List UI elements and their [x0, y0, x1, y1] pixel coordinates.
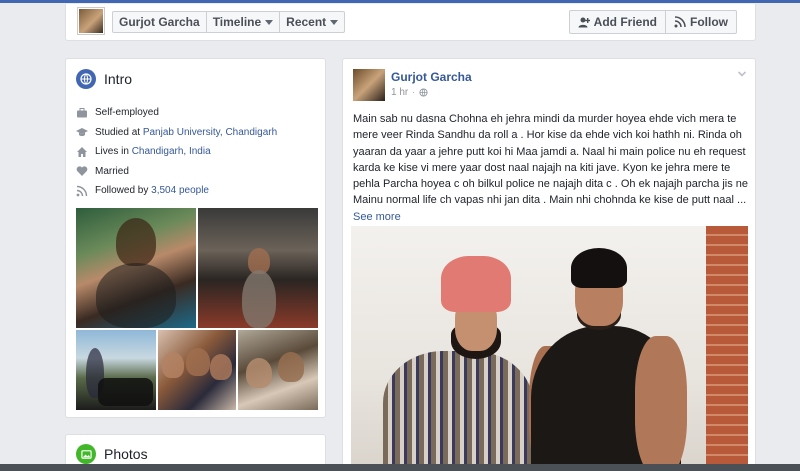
- post-card: Gurjot Garcha 1 hr · Main sab nu dasna C…: [342, 58, 756, 471]
- intro-card: Intro Self-employed Studied at Panjab Un…: [65, 58, 326, 418]
- intro-item-work: Self-employed: [76, 103, 321, 123]
- intro-item-education: Studied at Panjab University, Chandigarh: [76, 123, 321, 143]
- tab-timeline[interactable]: Timeline: [207, 12, 281, 32]
- post-body: Main sab nu dasna Chohna eh jehra mindi …: [353, 111, 753, 225]
- photos-header[interactable]: Photos: [76, 444, 148, 464]
- graduation-cap-icon: [76, 126, 88, 138]
- photos-icon: [76, 444, 96, 464]
- briefcase-icon: [76, 107, 88, 119]
- brick-wall: [706, 226, 748, 471]
- intro-item-text: Followed by: [95, 185, 152, 197]
- photo-thumbnail[interactable]: [158, 330, 236, 410]
- add-friend-icon: [578, 17, 590, 28]
- photo-person-left-turban: [441, 256, 511, 312]
- post-photo[interactable]: [351, 226, 748, 471]
- photo-person-left-shirt: [383, 351, 533, 471]
- header-avatar[interactable]: [78, 8, 104, 34]
- photo-thumbnail[interactable]: [76, 330, 156, 410]
- photos-title: Photos: [104, 446, 148, 462]
- intro-list: Self-employed Studied at Panjab Universi…: [76, 103, 321, 201]
- post-text: Main sab nu dasna Chohna eh jehra mindi …: [353, 113, 749, 207]
- header-tabs: Gurjot Garcha Timeline Recent: [112, 11, 346, 33]
- followers-link[interactable]: 3,504 people: [151, 185, 209, 196]
- photo-person-right-hair: [571, 248, 627, 288]
- chevron-down-icon: [330, 19, 339, 25]
- tab-recent-label: Recent: [286, 15, 327, 29]
- follow-button[interactable]: Follow: [666, 10, 737, 34]
- chevron-down-icon: [265, 19, 274, 25]
- post-timestamp[interactable]: 1 hr: [391, 87, 408, 98]
- intro-item-text: Married: [95, 165, 129, 177]
- location-link[interactable]: Chandigarh, India: [132, 146, 211, 157]
- followers-icon: [76, 185, 88, 197]
- intro-item-location: Lives in Chandigarh, India: [76, 142, 321, 162]
- bottom-window-bar: [0, 464, 800, 471]
- photo-person-right-arm: [635, 336, 687, 471]
- follow-label: Follow: [690, 15, 728, 29]
- profile-header-bar: Gurjot Garcha Timeline Recent Add Friend…: [65, 4, 756, 41]
- top-accent-line: [0, 0, 800, 3]
- house-icon: [76, 146, 88, 158]
- intro-item-followers: Followed by 3,504 people: [76, 181, 321, 201]
- add-friend-label: Add Friend: [593, 15, 657, 29]
- rss-follow-icon: [674, 16, 686, 28]
- tab-recent[interactable]: Recent: [280, 12, 344, 32]
- meta-separator: ·: [412, 88, 415, 97]
- intro-title: Intro: [104, 71, 133, 87]
- intro-item-text: Lives in: [95, 146, 132, 158]
- header-actions: Add Friend Follow: [568, 10, 737, 34]
- heart-icon: [76, 165, 88, 177]
- globe-icon: [76, 69, 96, 89]
- add-friend-button[interactable]: Add Friend: [568, 10, 666, 34]
- post-meta: 1 hr ·: [391, 87, 428, 98]
- photo-thumbnail[interactable]: [238, 330, 318, 410]
- intro-item-text: Self-employed: [95, 107, 159, 119]
- tab-timeline-label: Timeline: [212, 15, 262, 29]
- privacy-icon: [419, 88, 428, 97]
- header-profile-name[interactable]: Gurjot Garcha: [113, 12, 207, 32]
- post-author-avatar[interactable]: [353, 69, 385, 101]
- intro-item-text: Studied at: [95, 126, 143, 138]
- intro-item-relationship: Married: [76, 162, 321, 182]
- chevron-down-icon[interactable]: [737, 69, 747, 79]
- photo-thumbnail[interactable]: [76, 208, 196, 328]
- post-author-name[interactable]: Gurjot Garcha: [391, 70, 472, 84]
- education-link[interactable]: Panjab University, Chandigarh: [143, 127, 277, 138]
- header-profile-name-label: Gurjot Garcha: [119, 15, 200, 29]
- photo-thumbnail[interactable]: [198, 208, 318, 328]
- see-more-link[interactable]: See more: [353, 211, 401, 223]
- intro-header: Intro: [76, 69, 132, 89]
